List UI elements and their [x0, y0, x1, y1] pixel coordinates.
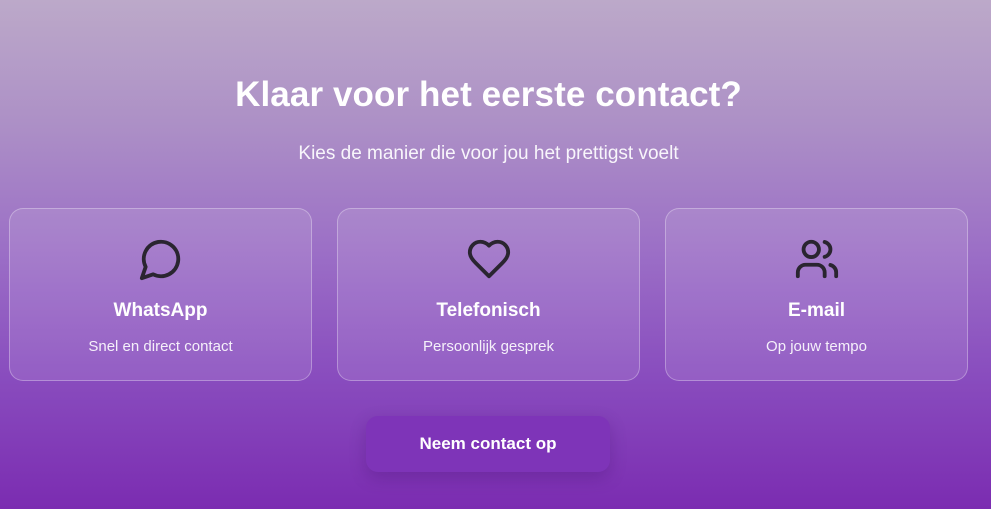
contact-button[interactable]: Neem contact op — [366, 416, 610, 472]
contact-option-title: E-mail — [787, 300, 846, 321]
section-title: Klaar voor het eerste contact? — [235, 75, 742, 114]
contact-option-title: Telefonisch — [436, 300, 541, 321]
section-subtitle: Kies de manier die voor jou het prettigs… — [298, 143, 679, 164]
contact-option-description: Snel en direct contact — [88, 338, 233, 355]
contact-option-description: Persoonlijk gesprek — [423, 338, 554, 355]
contact-option-title: WhatsApp — [113, 300, 208, 321]
contact-option-email[interactable]: E-mail Op jouw tempo — [665, 208, 968, 381]
contact-option-description: Op jouw tempo — [766, 338, 867, 355]
heart-icon — [466, 236, 512, 282]
contact-option-whatsapp[interactable]: WhatsApp Snel en direct contact — [9, 208, 312, 381]
contact-cta-section: Klaar voor het eerste contact? Kies de m… — [0, 0, 991, 509]
chat-bubble-icon — [138, 236, 184, 282]
contact-option-telefonisch[interactable]: Telefonisch Persoonlijk gesprek — [337, 208, 640, 381]
users-icon — [794, 236, 840, 282]
